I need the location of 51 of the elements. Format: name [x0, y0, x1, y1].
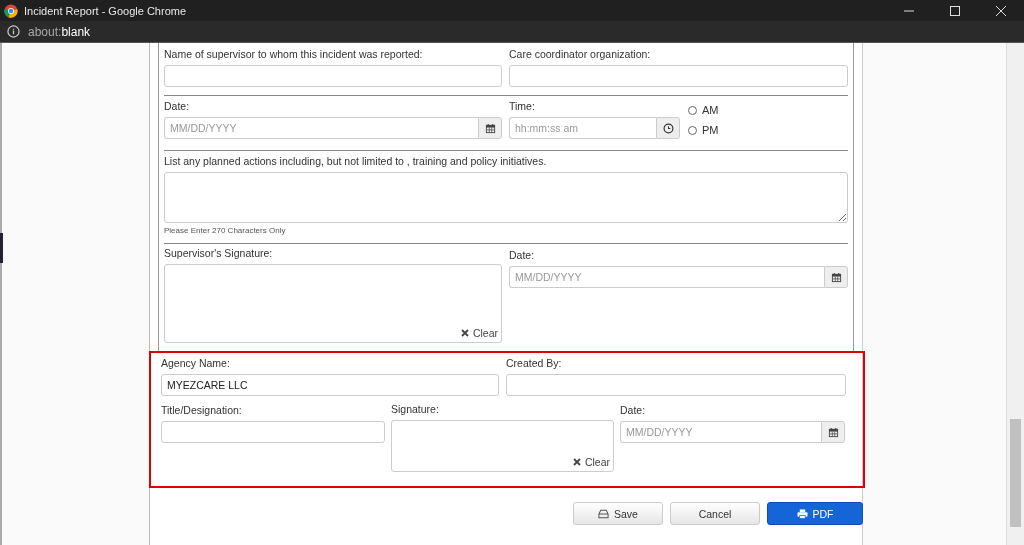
calendar-icon[interactable] — [827, 426, 839, 438]
browser-logo-icon — [4, 3, 18, 18]
clock-icon[interactable] — [662, 122, 674, 134]
calendar-button[interactable] — [478, 117, 502, 139]
agency-name-field[interactable]: MYEZCARE LLC — [161, 374, 499, 396]
url-text[interactable]: about:blank — [28, 24, 91, 39]
tray-icon — [598, 508, 610, 519]
title-field[interactable] — [161, 421, 385, 443]
cancel-button[interactable]: Cancel — [670, 502, 760, 525]
clock-button[interactable] — [656, 117, 680, 139]
signature-pad[interactable]: Clear — [164, 264, 502, 343]
field-label: Time: — [509, 100, 536, 112]
created-by-field[interactable] — [506, 374, 846, 396]
calendar-icon[interactable] — [484, 122, 496, 134]
field-label: Date: — [164, 100, 191, 112]
character-limit-hint: Please Enter 270 Characters Only — [164, 226, 287, 235]
save-button[interactable]: Save — [573, 502, 663, 525]
date-field[interactable]: MM/DD/YYYY — [164, 117, 478, 139]
coordinator-field[interactable] — [509, 65, 848, 87]
calendar-icon[interactable] — [830, 271, 842, 283]
radio-label: PM — [702, 124, 719, 136]
nav-marker — [0, 233, 3, 263]
window-title: Incident Report - Google Chrome — [24, 4, 187, 17]
maximize-icon[interactable] — [950, 5, 960, 16]
field-label: Created By: — [506, 357, 563, 369]
pdf-button[interactable]: PDF — [767, 502, 863, 525]
info-icon[interactable] — [7, 25, 20, 38]
field-label: Date: — [620, 404, 647, 416]
radio-label: AM — [702, 104, 719, 116]
calendar-button[interactable] — [821, 421, 845, 443]
close-icon — [460, 329, 469, 337]
field-label: List any planned actions including, but not limited to , training and policy initiatives. — [164, 155, 548, 167]
field-label: Name of supervisor to whom this incident was reported: — [164, 48, 424, 60]
close-icon — [572, 458, 581, 466]
field-label: Date: — [509, 249, 536, 261]
field-label: Agency Name: — [161, 357, 231, 369]
field-label: Supervisor's Signature: — [164, 247, 274, 259]
signature-pad[interactable]: Clear — [391, 420, 614, 472]
field-label: Title/Designation: — [161, 404, 243, 416]
scrollbar[interactable] — [1006, 43, 1024, 545]
clear-button[interactable]: Clear — [570, 454, 612, 470]
date-field[interactable]: MM/DD/YYYY — [620, 421, 821, 443]
time-field[interactable]: hh:mm:ss am — [509, 117, 656, 139]
clear-button[interactable]: Clear — [458, 325, 500, 341]
date-field[interactable]: MM/DD/YYYY — [509, 266, 824, 288]
field-label: Signature: — [391, 403, 440, 415]
supervisor-name-field[interactable] — [164, 65, 502, 87]
close-icon[interactable] — [996, 5, 1006, 16]
calendar-button[interactable] — [824, 266, 848, 288]
printer-icon — [796, 508, 808, 519]
field-label: Care coordinator organization: — [509, 48, 652, 60]
